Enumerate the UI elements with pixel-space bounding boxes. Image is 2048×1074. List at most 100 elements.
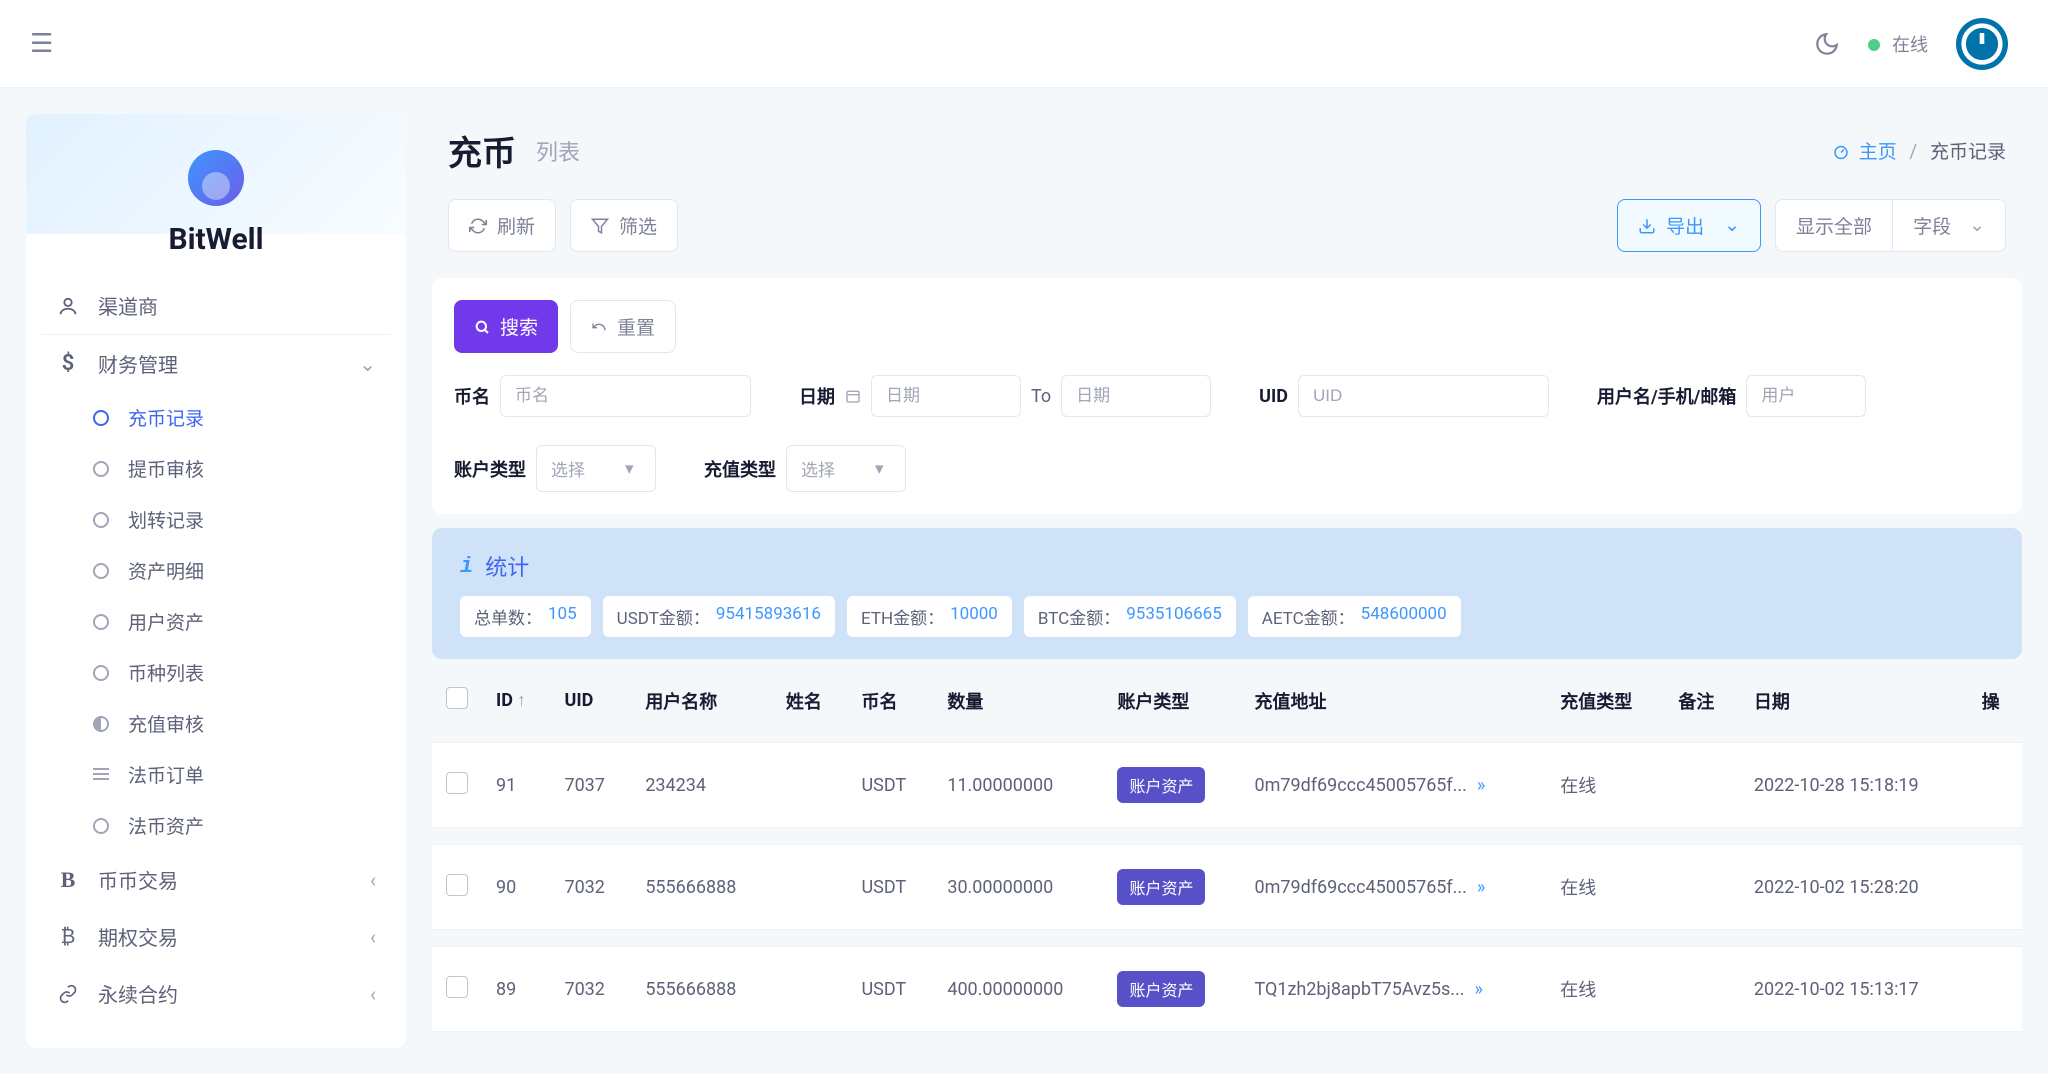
account-type-select[interactable]: 选择 ▾ <box>536 445 656 492</box>
filter-button[interactable]: 筛选 <box>570 199 678 252</box>
sidebar-item-channel[interactable]: 渠道商 <box>36 277 396 334</box>
account-type-badge: 账户资产 <box>1117 767 1205 803</box>
sidebar-subitem[interactable]: 划转记录 <box>72 494 396 545</box>
breadcrumb-separator: / <box>1909 140 1917 163</box>
bullet-icon <box>92 562 110 580</box>
cell-recharge-type: 在线 <box>1546 844 1664 930</box>
th-coin[interactable]: 币名 <box>847 675 933 726</box>
chevron-left-icon: ‹ <box>370 925 376 949</box>
cell-uid: 7032 <box>550 844 631 930</box>
row-checkbox[interactable] <box>446 976 468 998</box>
stats-chip: AETC金额： 548600000 <box>1248 596 1461 637</box>
th-date[interactable]: 日期 <box>1740 675 1968 726</box>
reset-label: 重置 <box>617 313 655 340</box>
sidebar-item-spot[interactable]: B 币币交易 ‹ <box>36 851 396 908</box>
th-recharge-type[interactable]: 充值类型 <box>1546 675 1664 726</box>
cell-id: 91 <box>482 742 550 828</box>
row-checkbox[interactable] <box>446 772 468 794</box>
reset-button[interactable]: 重置 <box>570 300 676 353</box>
sidebar-subitem[interactable]: 充值审核 <box>72 698 396 749</box>
info-icon: i <box>460 554 473 579</box>
breadcrumb-home-link[interactable]: 主页 <box>1859 140 1897 163</box>
th-uid[interactable]: UID <box>550 675 631 726</box>
cell-date: 2022-10-02 15:13:17 <box>1740 946 1968 1032</box>
sidebar-item-finance[interactable]: $ 财务管理 ⌄ <box>36 334 396 392</box>
search-button[interactable]: 搜索 <box>454 300 558 353</box>
filter-date: 日期 To <box>799 375 1211 417</box>
cell-recharge-type: 在线 <box>1546 742 1664 828</box>
filter-card: 搜索 重置 币名 日期 To <box>432 278 2022 514</box>
dollar-icon: $ <box>56 351 80 376</box>
row-checkbox[interactable] <box>446 874 468 896</box>
chevron-down-icon: ⌄ <box>1969 214 1985 237</box>
sidebar-subitem-label: 币种列表 <box>128 659 204 686</box>
show-all-button[interactable]: 显示全部 <box>1776 200 1892 251</box>
sidebar-subitem[interactable]: 用户资产 <box>72 596 396 647</box>
sidebar-subnav-finance: 充币记录提币审核划转记录资产明细用户资产币种列表充值审核法币订单法币资产 <box>36 392 396 851</box>
th-username[interactable]: 用户名称 <box>631 675 772 726</box>
th-amount[interactable]: 数量 <box>933 675 1103 726</box>
dark-mode-toggle-icon[interactable] <box>1814 31 1840 57</box>
chevron-down-icon: ⌄ <box>1724 214 1740 237</box>
avatar[interactable] <box>1956 18 2008 70</box>
sidebar-subitem[interactable]: 币种列表 <box>72 647 396 698</box>
bitcoin-icon: ₿ <box>56 924 80 949</box>
date-from-input[interactable] <box>871 375 1021 417</box>
th-address[interactable]: 充值地址 <box>1240 675 1546 726</box>
filter-label: 用户名/手机/邮箱 <box>1597 383 1736 409</box>
caret-down-icon: ▾ <box>875 459 884 479</box>
cell-remark <box>1664 742 1740 828</box>
view-options-group: 显示全部 字段 ⌄ <box>1775 199 2006 252</box>
table-row: 897032555666888USDT400.00000000账户资产TQ1zh… <box>432 946 2022 1032</box>
stats-title-text: 统计 <box>485 550 529 582</box>
select-all-checkbox[interactable] <box>446 687 468 709</box>
download-icon <box>1638 217 1656 235</box>
sidebar-subitem-label: 用户资产 <box>128 608 204 635</box>
search-icon <box>474 319 490 335</box>
select-placeholder: 选择 <box>801 456 835 481</box>
expand-icon[interactable]: » <box>1477 877 1485 898</box>
cell-address: 0m79df69ccc45005765f...» <box>1240 844 1546 930</box>
cell-account-type: 账户资产 <box>1103 946 1240 1032</box>
bullet-icon <box>92 766 110 784</box>
select-placeholder: 选择 <box>551 456 585 481</box>
expand-icon[interactable]: » <box>1477 775 1485 796</box>
cell-remark <box>1664 946 1740 1032</box>
cell-name <box>772 946 848 1032</box>
th-id[interactable]: ID↑ <box>482 675 550 726</box>
account-type-badge: 账户资产 <box>1117 971 1205 1007</box>
deposit-table: ID↑ UID 用户名称 姓名 币名 数量 账户类型 充值地址 充值类型 备注 … <box>432 659 2022 1048</box>
recharge-type-select[interactable]: 选择 ▾ <box>786 445 906 492</box>
sidebar-subitem[interactable]: 资产明细 <box>72 545 396 596</box>
sidebar-subitem[interactable]: 提币审核 <box>72 443 396 494</box>
sort-up-icon: ↑ <box>517 690 526 711</box>
sidebar-item-option[interactable]: ₿ 期权交易 ‹ <box>36 908 396 965</box>
sidebar-subitem[interactable]: 法币资产 <box>72 800 396 851</box>
th-op[interactable]: 操 <box>1968 675 2022 726</box>
th-name[interactable]: 姓名 <box>772 675 848 726</box>
date-to-label: To <box>1031 386 1051 407</box>
sidebar-subitem[interactable]: 法币订单 <box>72 749 396 800</box>
date-to-input[interactable] <box>1061 375 1211 417</box>
export-button[interactable]: 导出 ⌄ <box>1617 199 1761 252</box>
cell-name <box>772 844 848 930</box>
th-remark[interactable]: 备注 <box>1664 675 1740 726</box>
sidebar-subitem[interactable]: 充币记录 <box>72 392 396 443</box>
coin-input[interactable] <box>500 375 751 417</box>
expand-icon[interactable]: » <box>1475 979 1483 1000</box>
cell-coin: USDT <box>847 946 933 1032</box>
uid-input[interactable] <box>1298 375 1549 417</box>
cell-op[interactable] <box>1968 946 2022 1032</box>
cell-op[interactable] <box>1968 742 2022 828</box>
brand: BitWell <box>26 114 406 277</box>
fields-button[interactable]: 字段 ⌄ <box>1892 200 2005 251</box>
refresh-button[interactable]: 刷新 <box>448 199 556 252</box>
stats-chip: ETH金额： 10000 <box>847 596 1012 637</box>
chevron-left-icon: ‹ <box>370 982 376 1006</box>
user-input[interactable] <box>1746 375 1866 417</box>
cell-recharge-type: 在线 <box>1546 946 1664 1032</box>
th-account-type[interactable]: 账户类型 <box>1103 675 1240 726</box>
cell-op[interactable] <box>1968 844 2022 930</box>
sidebar-item-futures[interactable]: 永续合约 ‹ <box>36 965 396 1022</box>
hamburger-menu-icon[interactable]: ☰ <box>30 29 53 59</box>
